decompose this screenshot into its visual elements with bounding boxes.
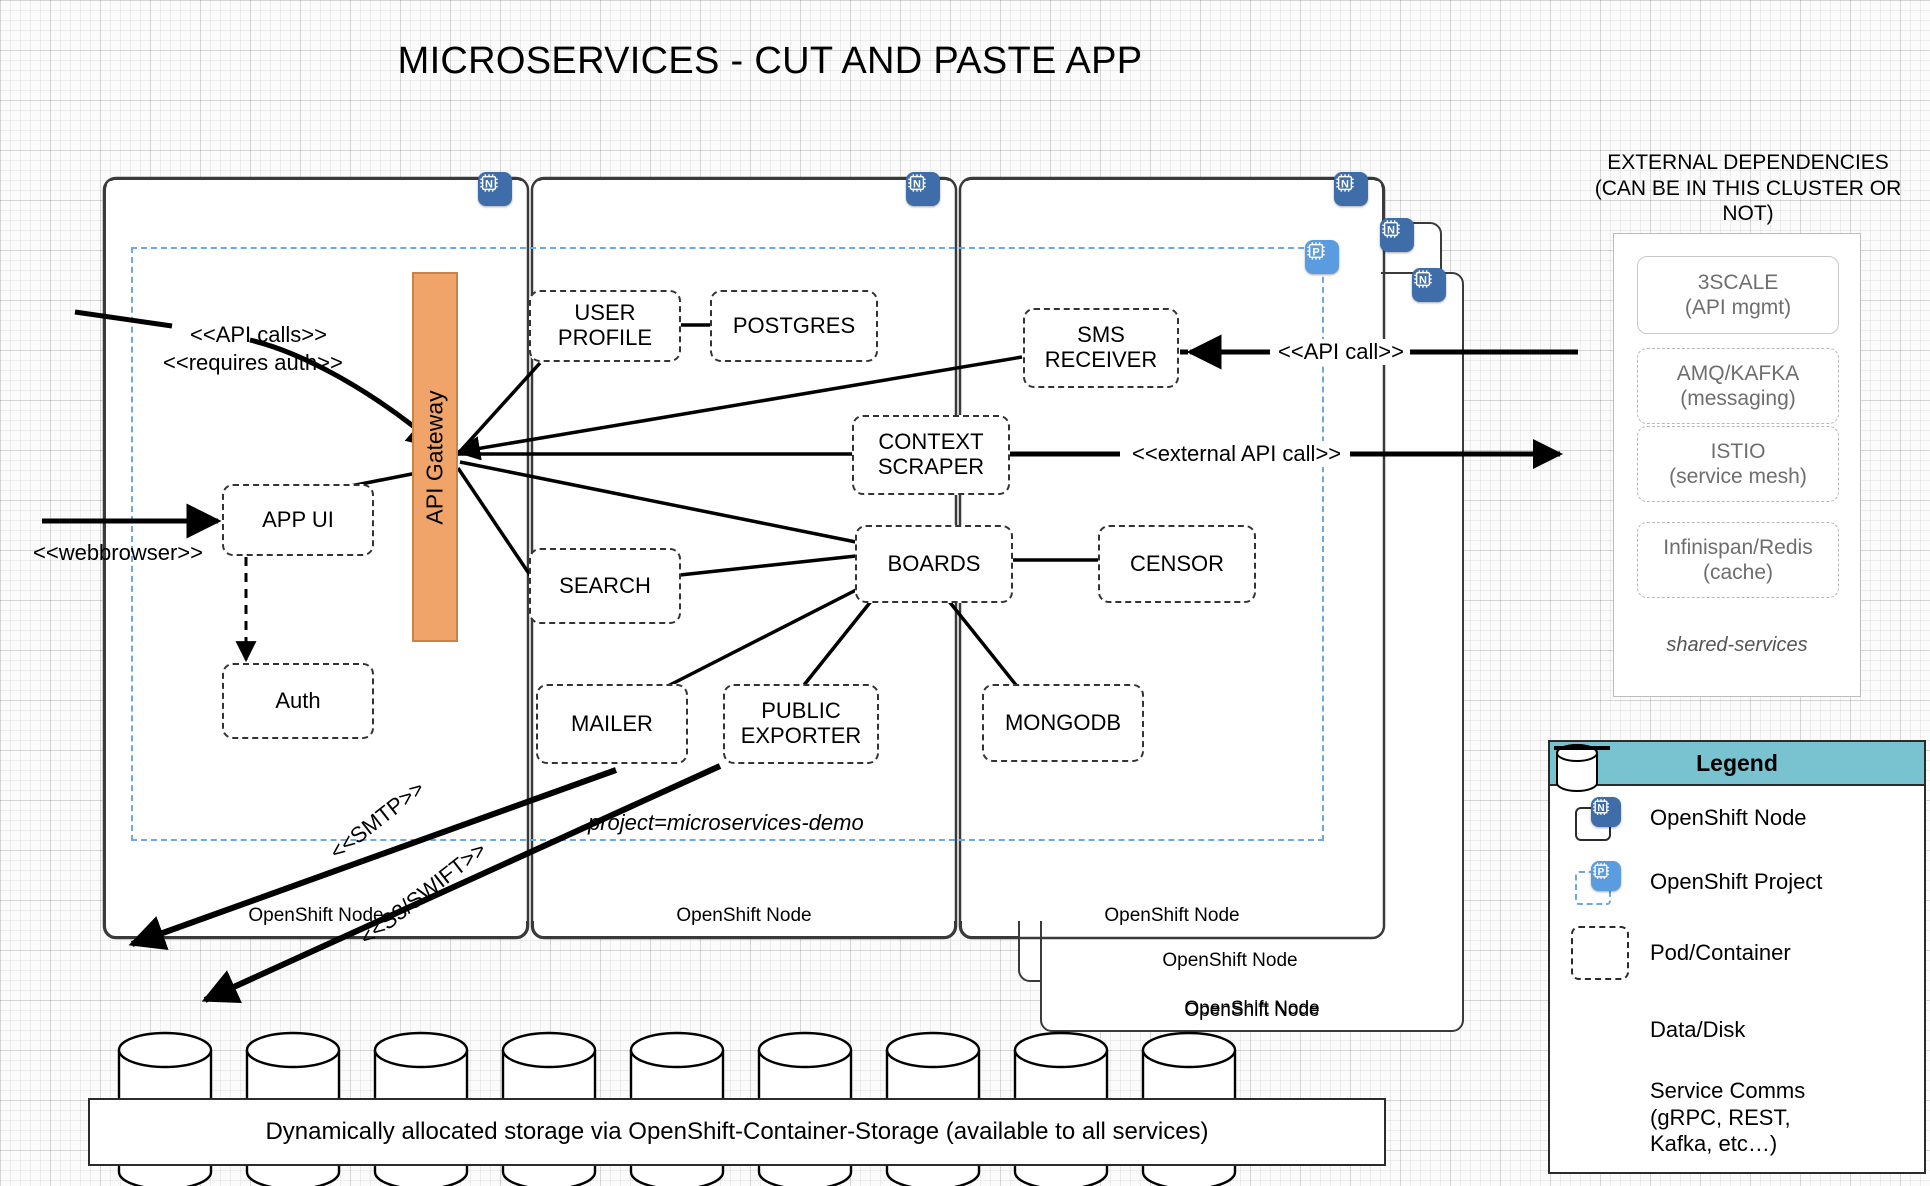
storage-disk-top [887, 1033, 979, 1067]
storage-disk-top [119, 1033, 211, 1067]
storage-disk-top [503, 1033, 595, 1067]
storage-label: Dynamically allocated storage via OpenSh… [265, 1118, 1208, 1146]
storage-disk-top [631, 1033, 723, 1067]
storage-disk-top [759, 1033, 851, 1067]
storage-disk-top [247, 1033, 339, 1067]
storage-bar: Dynamically allocated storage via OpenSh… [88, 1098, 1386, 1166]
storage-disk-top [1143, 1033, 1235, 1067]
storage-disks [0, 0, 1930, 1186]
storage-disk-top [375, 1033, 467, 1067]
storage-disk-top [1015, 1033, 1107, 1067]
